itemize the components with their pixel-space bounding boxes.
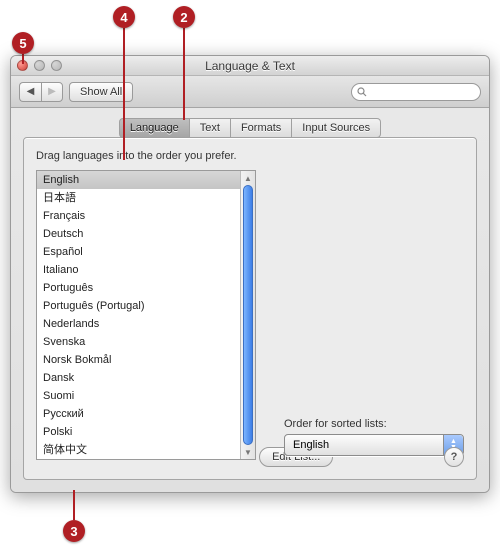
tab-bar: Language Text Formats Input Sources xyxy=(23,118,477,138)
content-area: Language Text Formats Input Sources Drag… xyxy=(11,108,489,492)
search-input[interactable] xyxy=(351,83,481,101)
callout-4: 4 xyxy=(113,6,135,28)
window-title: Language & Text xyxy=(205,59,295,73)
tab-input-sources[interactable]: Input Sources xyxy=(292,118,381,138)
list-item[interactable]: 日本語 xyxy=(37,189,240,207)
list-item[interactable]: Français xyxy=(37,207,240,225)
callout-3-stem xyxy=(73,490,75,520)
list-item[interactable]: Nederlands xyxy=(37,315,240,333)
callout-3: 3 xyxy=(63,520,85,542)
titlebar: Language & Text xyxy=(11,56,489,76)
search-icon xyxy=(357,87,367,100)
zoom-button[interactable] xyxy=(51,60,62,71)
chevron-right-icon: ▶ xyxy=(48,86,56,97)
list-item[interactable]: Português xyxy=(37,279,240,297)
list-item[interactable]: Norsk Bokmål xyxy=(37,351,240,369)
callout-4-stem xyxy=(123,28,125,160)
list-item[interactable]: Polski xyxy=(37,423,240,441)
back-button[interactable]: ◀ xyxy=(19,82,41,102)
language-panel: Drag languages into the order you prefer… xyxy=(23,137,477,480)
callout-5: 5 xyxy=(12,32,34,54)
list-item[interactable]: Suomi xyxy=(37,387,240,405)
scroll-down-icon[interactable]: ▼ xyxy=(241,445,255,459)
sort-order-select[interactable]: English ▲▼ xyxy=(284,434,464,456)
callout-5-stem xyxy=(22,54,24,64)
list-item[interactable]: Dansk xyxy=(37,369,240,387)
sort-order-section: Order for sorted lists: English ▲▼ xyxy=(284,418,464,456)
help-button[interactable]: ? xyxy=(444,447,464,467)
drag-hint: Drag languages into the order you prefer… xyxy=(36,150,464,162)
chevron-left-icon: ◀ xyxy=(27,86,35,97)
nav-buttons: ◀ ▶ xyxy=(19,82,63,102)
scroll-up-icon[interactable]: ▲ xyxy=(241,171,255,185)
list-item[interactable]: Русский xyxy=(37,405,240,423)
minimize-button[interactable] xyxy=(34,60,45,71)
list-item[interactable]: Svenska xyxy=(37,333,240,351)
list-item[interactable]: Português (Portugal) xyxy=(37,297,240,315)
tab-language[interactable]: Language xyxy=(119,118,190,138)
sort-order-value: English xyxy=(293,439,329,451)
tab-text[interactable]: Text xyxy=(190,118,231,138)
tab-formats[interactable]: Formats xyxy=(231,118,292,138)
callout-2: 2 xyxy=(173,6,195,28)
toolbar: ◀ ▶ Show All xyxy=(11,76,489,108)
scrollbar[interactable]: ▲ ▼ xyxy=(240,171,255,459)
list-item[interactable]: English xyxy=(37,171,240,189)
list-item[interactable]: Italiano xyxy=(37,261,240,279)
language-list[interactable]: English 日本語 Français Deutsch Español Ita… xyxy=(36,170,256,460)
forward-button[interactable]: ▶ xyxy=(41,82,63,102)
language-list-inner: English 日本語 Français Deutsch Español Ita… xyxy=(37,171,240,459)
callout-2-stem xyxy=(183,28,185,120)
list-item[interactable]: Español xyxy=(37,243,240,261)
list-item[interactable]: 简体中文 xyxy=(37,441,240,459)
list-item[interactable]: Deutsch xyxy=(37,225,240,243)
preferences-window: Language & Text ◀ ▶ Show All Language Te… xyxy=(10,55,490,493)
sort-order-label: Order for sorted lists: xyxy=(284,418,464,430)
